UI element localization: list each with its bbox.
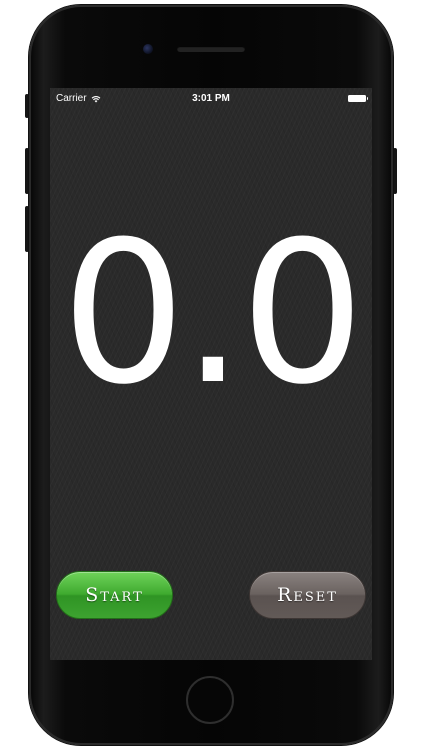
power-button — [393, 148, 397, 194]
earpiece-speaker — [177, 46, 245, 52]
front-camera-icon — [143, 44, 153, 54]
status-time: 3:01 PM — [192, 93, 230, 104]
timer-display: 0.0 — [61, 200, 365, 428]
start-button[interactable]: Start — [56, 571, 173, 619]
app-screen: Carrier 3:01 PM 0.0 Start Reset — [50, 88, 372, 660]
home-button[interactable] — [186, 676, 234, 724]
reset-button[interactable]: Reset — [249, 571, 366, 619]
app-frame: Carrier 3:01 PM 0.0 Start Reset — [0, 0, 422, 750]
status-bar: Carrier 3:01 PM — [50, 88, 372, 110]
battery-icon — [348, 95, 368, 102]
